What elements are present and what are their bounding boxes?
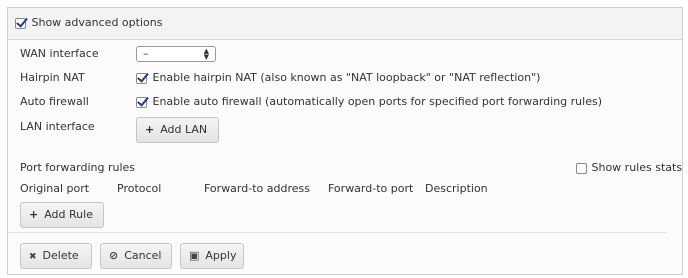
cancel-label: Cancel bbox=[124, 249, 162, 262]
auto-firewall-option[interactable]: Enable auto firewall (automatically open… bbox=[136, 95, 602, 109]
advanced-options-toggle[interactable]: Show advanced options bbox=[15, 16, 162, 30]
column-forward-to-port: Forward-to port bbox=[328, 182, 414, 195]
cancel-icon: ⊘ bbox=[109, 249, 119, 262]
wan-interface-label: WAN interface bbox=[20, 47, 99, 60]
advanced-options-bar: Show advanced options bbox=[8, 8, 682, 40]
delete-label: Delete bbox=[42, 249, 79, 262]
advanced-options-label: Show advanced options bbox=[31, 16, 163, 29]
hairpin-nat-text: Enable hairpin NAT (also known as "NAT l… bbox=[152, 71, 541, 84]
auto-firewall-label: Auto firewall bbox=[20, 95, 89, 108]
apply-button[interactable]: ▣ Apply bbox=[180, 243, 244, 269]
column-description: Description bbox=[425, 182, 488, 195]
plus-icon: + bbox=[145, 123, 155, 136]
advanced-options-checkbox[interactable] bbox=[15, 17, 26, 29]
port-forwarding-title: Port forwarding rules bbox=[20, 161, 136, 174]
cancel-button[interactable]: ⊘ Cancel bbox=[100, 243, 172, 269]
column-original-port: Original port bbox=[20, 182, 90, 195]
hairpin-nat-option[interactable]: Enable hairpin NAT (also known as "NAT l… bbox=[136, 71, 540, 85]
column-forward-to-address: Forward-to address bbox=[204, 182, 310, 195]
show-rules-stats-label: Show rules stats bbox=[591, 161, 683, 174]
apply-label: Apply bbox=[205, 249, 237, 262]
plus-icon: + bbox=[29, 208, 39, 221]
show-rules-stats-toggle[interactable]: Show rules stats bbox=[576, 161, 682, 175]
delete-button[interactable]: ✖ Delete bbox=[20, 243, 92, 269]
add-lan-button[interactable]: + Add LAN bbox=[136, 117, 219, 143]
add-rule-label: Add Rule bbox=[44, 208, 93, 221]
lan-interface-label: LAN interface bbox=[20, 120, 95, 133]
hairpin-nat-label: Hairpin NAT bbox=[20, 71, 85, 84]
auto-firewall-text: Enable auto firewall (automatically open… bbox=[152, 95, 603, 108]
wan-interface-select[interactable]: – ▲ ▼ bbox=[136, 46, 216, 62]
save-icon: ▣ bbox=[189, 249, 200, 262]
actions-divider bbox=[8, 232, 667, 233]
auto-firewall-checkbox[interactable] bbox=[136, 96, 147, 108]
settings-panel: Show advanced options bbox=[7, 7, 683, 275]
hairpin-nat-checkbox[interactable] bbox=[136, 72, 147, 84]
x-icon: ✖ bbox=[29, 252, 37, 262]
add-rule-button[interactable]: + Add Rule bbox=[20, 202, 104, 228]
show-rules-stats-checkbox[interactable] bbox=[576, 162, 587, 174]
add-lan-label: Add LAN bbox=[160, 123, 208, 136]
wan-interface-value: – bbox=[143, 47, 149, 60]
select-arrows-icon: ▲ ▼ bbox=[203, 47, 209, 61]
column-protocol: Protocol bbox=[117, 182, 162, 195]
